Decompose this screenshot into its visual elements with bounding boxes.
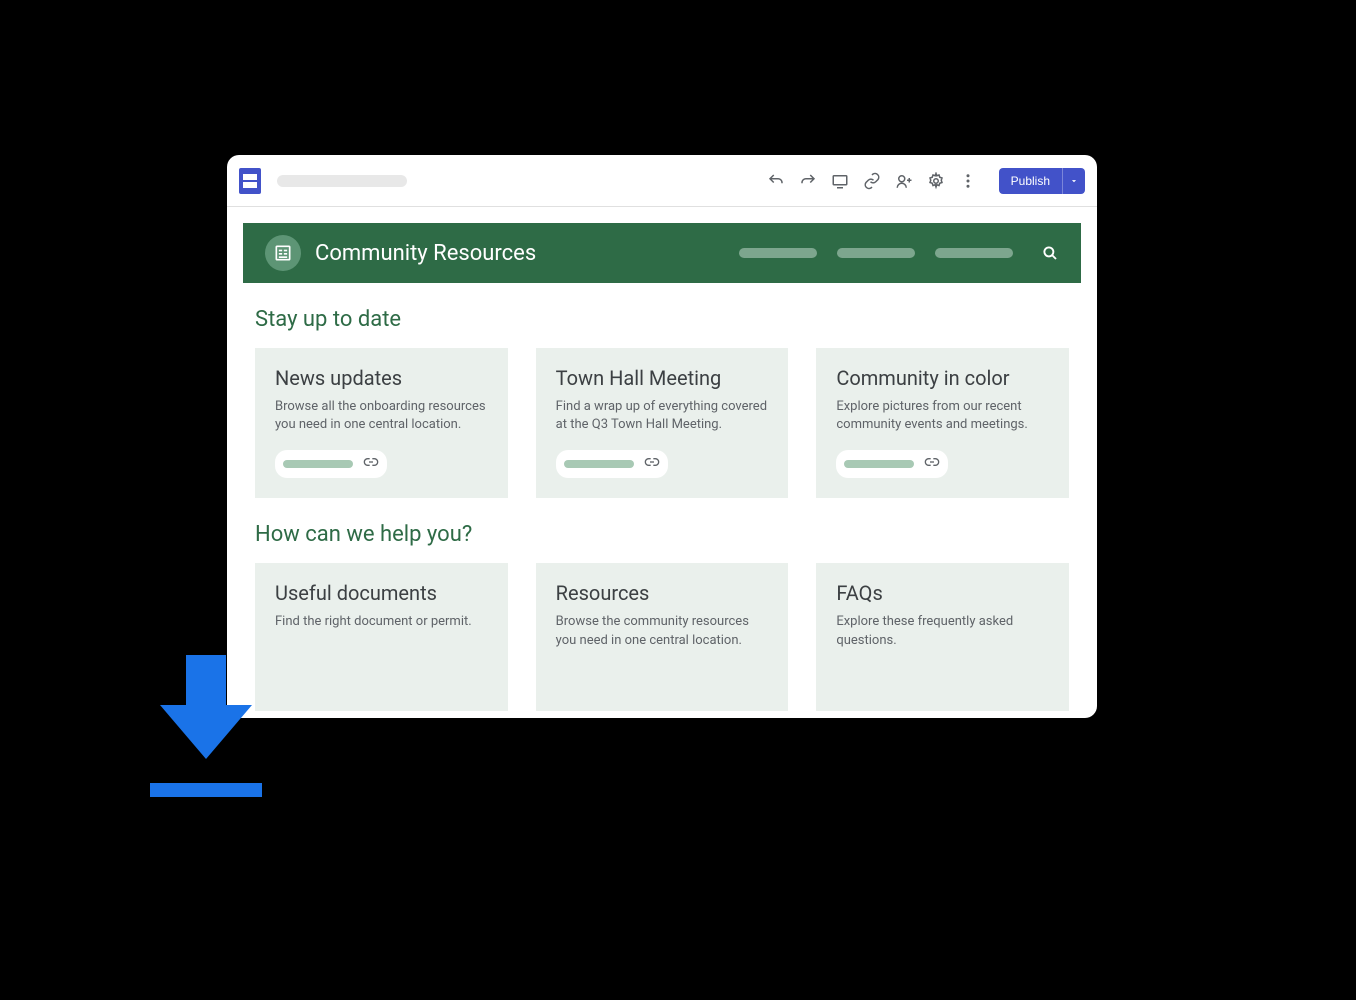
card-news-updates[interactable]: News updates Browse all the onboarding r…	[255, 348, 508, 498]
section-stay-up-to-date: Stay up to date News updates Browse all …	[243, 283, 1081, 498]
toolbar-actions: Publish	[767, 168, 1085, 194]
card-description: Browse all the onboarding resources you …	[275, 398, 488, 434]
publish-button[interactable]: Publish	[999, 168, 1062, 194]
card-resources[interactable]: Resources Browse the community resources…	[536, 563, 789, 711]
redo-icon[interactable]	[799, 172, 817, 190]
site-nav	[739, 244, 1059, 262]
publish-button-group: Publish	[999, 168, 1085, 194]
card-row: News updates Browse all the onboarding r…	[255, 348, 1069, 498]
app-toolbar: Publish	[227, 155, 1097, 207]
section-title[interactable]: Stay up to date	[255, 307, 1069, 332]
card-description: Find a wrap up of everything covered at …	[556, 398, 769, 434]
site-header: Community Resources	[243, 223, 1081, 283]
link-icon	[644, 454, 660, 474]
site-canvas: Community Resources Stay up to date News…	[227, 207, 1097, 718]
more-icon[interactable]	[959, 172, 977, 190]
undo-icon[interactable]	[767, 172, 785, 190]
link-chip[interactable]	[836, 450, 948, 478]
app-window: Publish Community Resources Sta	[227, 155, 1097, 718]
card-town-hall[interactable]: Town Hall Meeting Find a wrap up of ever…	[536, 348, 789, 498]
chip-text-placeholder	[844, 460, 914, 468]
sites-app-icon[interactable]	[239, 168, 261, 194]
nav-item-placeholder[interactable]	[739, 248, 817, 258]
section-title[interactable]: How can we help you?	[255, 522, 1069, 547]
section-how-can-we-help: How can we help you? Useful documents Fi…	[243, 498, 1081, 711]
card-description: Browse the community resources you need …	[556, 613, 769, 649]
link-chip[interactable]	[275, 450, 387, 478]
chip-text-placeholder	[564, 460, 634, 468]
nav-item-placeholder[interactable]	[837, 248, 915, 258]
card-title: FAQs	[836, 581, 1049, 605]
link-icon	[363, 454, 379, 474]
card-title: News updates	[275, 366, 488, 390]
link-icon[interactable]	[863, 172, 881, 190]
gear-icon[interactable]	[927, 172, 945, 190]
card-row: Useful documents Find the right document…	[255, 563, 1069, 711]
preview-icon[interactable]	[831, 172, 849, 190]
search-icon[interactable]	[1041, 244, 1059, 262]
card-title: Resources	[556, 581, 769, 605]
share-icon[interactable]	[895, 172, 913, 190]
site-title[interactable]: Community Resources	[315, 241, 536, 266]
publish-dropdown[interactable]	[1062, 168, 1085, 194]
nav-item-placeholder[interactable]	[935, 248, 1013, 258]
card-community-in-color[interactable]: Community in color Explore pictures from…	[816, 348, 1069, 498]
card-faqs[interactable]: FAQs Explore these frequently asked ques…	[816, 563, 1069, 711]
link-chip[interactable]	[556, 450, 668, 478]
card-title: Useful documents	[275, 581, 488, 605]
card-description: Find the right document or permit.	[275, 613, 488, 631]
document-title-placeholder[interactable]	[277, 175, 407, 187]
link-icon	[924, 454, 940, 474]
card-description: Explore these frequently asked questions…	[836, 613, 1049, 649]
site-logo-icon	[265, 235, 301, 271]
download-arrow-icon	[150, 655, 262, 797]
chip-text-placeholder	[283, 460, 353, 468]
card-title: Community in color	[836, 366, 1049, 390]
card-title: Town Hall Meeting	[556, 366, 769, 390]
card-useful-documents[interactable]: Useful documents Find the right document…	[255, 563, 508, 711]
card-description: Explore pictures from our recent communi…	[836, 398, 1049, 434]
